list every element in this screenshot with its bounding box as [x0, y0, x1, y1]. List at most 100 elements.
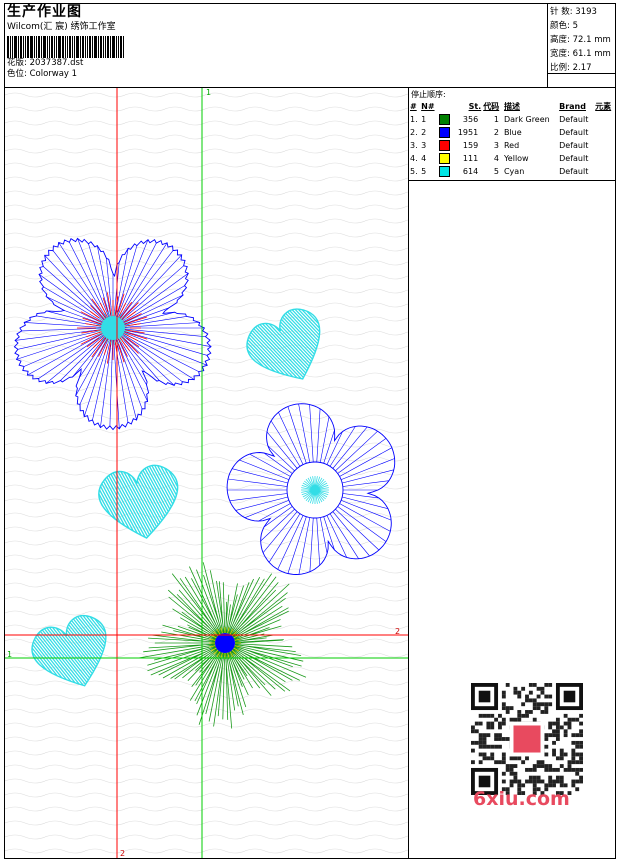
qr-module: [513, 756, 518, 761]
colorway-name: Colorway 1: [29, 69, 78, 79]
table-row: 4. 4 111 4 Yellow Default: [409, 152, 615, 165]
row-needle: 3: [421, 141, 427, 150]
row-needle: 4: [421, 154, 427, 163]
qr-module: [528, 710, 533, 714]
qr-module: [501, 721, 506, 726]
qr-module: [571, 779, 576, 784]
barcode-bar: [92, 36, 93, 58]
barcode-bar: [25, 36, 26, 58]
qr-module: [575, 787, 580, 792]
barcode-bar: [94, 36, 97, 58]
qr-module: [498, 760, 502, 765]
barcode-bar: [14, 36, 17, 58]
qr-module: [525, 713, 529, 718]
row-color-swatch: [438, 113, 453, 126]
qr-module: [521, 686, 526, 691]
qr-module: [571, 752, 576, 757]
divider: [409, 180, 615, 181]
qr-module: [563, 733, 568, 738]
qr-module: [552, 752, 556, 757]
row-index: 2.: [410, 128, 418, 137]
qr-module: [494, 733, 499, 738]
barcode-bar: [107, 36, 109, 58]
qr-module: [544, 744, 549, 749]
qr-module: [571, 717, 576, 722]
stitches-label: 针 数:: [550, 7, 573, 17]
qr-module: [517, 779, 522, 784]
qr-module: [552, 721, 556, 726]
row-stitches: 159: [462, 141, 479, 150]
qr-module: [544, 702, 549, 707]
row-brand: Default: [559, 154, 589, 163]
row-needle: 2: [421, 128, 427, 137]
barcode-bar: [47, 36, 48, 58]
col-brand: Brand: [559, 102, 586, 111]
qr-module: [575, 733, 580, 738]
qr-module: [563, 729, 568, 734]
row-description: Blue: [503, 128, 522, 137]
barcode-bar: [23, 36, 24, 58]
header: 生产作业图 Wilcom(汇 宸) 绣饰工作室 花版: 2037387.dst …: [7, 4, 547, 80]
colorway-label: 色位:: [7, 69, 27, 79]
qr-module: [471, 725, 475, 730]
qr-module: [532, 706, 537, 711]
barcode-bar: [89, 36, 91, 58]
qr-module: [552, 733, 556, 738]
col-element: 元素: [595, 102, 612, 111]
fabric-texture: [5, 88, 408, 858]
barcode-bar: [67, 36, 68, 58]
qr-module: [509, 779, 514, 784]
qr-module: [559, 756, 564, 761]
color-swatch: [438, 166, 450, 177]
row-stitches: 614: [462, 167, 479, 176]
qr-module: [559, 752, 564, 757]
row-color-swatch: [438, 152, 453, 165]
barcode-bar: [105, 36, 106, 58]
qr-module: [555, 725, 560, 730]
watermark-logo: 6xiu.com: [473, 788, 570, 810]
qr-module: [559, 748, 564, 753]
ratio-label: 比例:: [550, 63, 570, 73]
row-brand: Default: [559, 128, 589, 137]
table-header-row: # N# St. 代码 描述 Brand 元素: [409, 101, 615, 113]
qr-module: [540, 686, 545, 691]
qr-module: [478, 760, 483, 765]
qr-logo: [513, 725, 541, 753]
qr-module: [532, 717, 537, 722]
guide-label-v1: 1: [206, 88, 211, 97]
qr-module: [501, 760, 506, 765]
qr-module: [552, 767, 556, 772]
row-description: Red: [503, 141, 520, 150]
barcode-bar: [120, 36, 122, 58]
qr-module: [494, 760, 499, 765]
qr-module: [536, 694, 541, 699]
row-code: 1: [493, 115, 499, 124]
qr-module: [579, 733, 583, 738]
qr-module: [521, 783, 526, 788]
qr-module: [509, 764, 514, 768]
design-canvas: 1 2 1 2: [5, 88, 408, 858]
qr-module: [567, 725, 572, 730]
row-code: 5: [493, 167, 499, 176]
qr-module: [525, 756, 529, 761]
qr-module: [552, 729, 556, 734]
qr-module: [555, 756, 560, 761]
col-stitches: St.: [468, 102, 482, 111]
qr-module: [482, 744, 487, 749]
qr-module: [521, 713, 526, 718]
row-brand: Default: [559, 141, 589, 150]
row-index: 1.: [410, 115, 418, 124]
qr-finder: [478, 690, 491, 703]
qr-module: [567, 760, 572, 765]
qr-module: [490, 752, 495, 757]
qr-finder: [478, 775, 491, 788]
qr-module: [528, 775, 533, 780]
qr-finder: [563, 690, 576, 703]
qr-module: [555, 737, 560, 741]
row-element: [594, 139, 615, 152]
barcode-bar: [12, 36, 13, 58]
divider: [547, 73, 616, 74]
qr-module: [532, 698, 537, 703]
qr-module: [501, 779, 506, 784]
barcode-bar: [69, 36, 71, 58]
